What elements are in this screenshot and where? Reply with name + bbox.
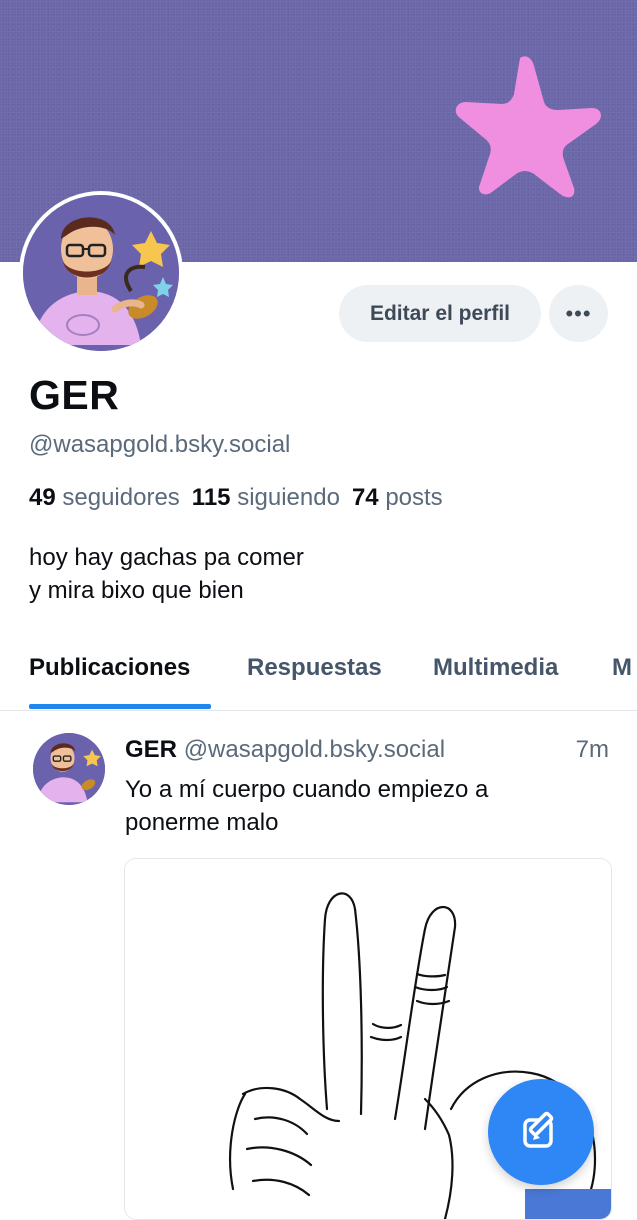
tab-respuestas[interactable]: Respuestas: [247, 654, 382, 682]
post-author-avatar[interactable]: [33, 733, 105, 805]
post-text-line: Yo a mí cuerpo cuando empiezo a: [125, 776, 489, 803]
tab-publicaciones[interactable]: Publicaciones: [29, 654, 190, 682]
followers-label: seguidores: [62, 484, 180, 511]
active-tab-indicator: [29, 704, 211, 709]
following-stat[interactable]: 115 siguiendo: [192, 484, 340, 511]
following-label: siguiendo: [237, 484, 340, 511]
profile-name: GER: [29, 372, 120, 418]
posts-count: 74: [351, 484, 379, 511]
tab-more[interactable]: M: [612, 654, 632, 682]
post-text-line: ponerme malo: [125, 809, 279, 836]
bio-line: hoy hay gachas pa comer: [29, 544, 304, 571]
more-options-button[interactable]: •••: [549, 285, 608, 342]
followers-count: 49: [29, 484, 56, 511]
more-icon: •••: [565, 300, 592, 326]
profile-bio: hoy hay gachas pa comer y mira bixo que …: [29, 541, 304, 607]
star-icon: [455, 56, 601, 198]
compose-button[interactable]: [488, 1079, 594, 1185]
profile-avatar[interactable]: [19, 191, 183, 355]
post-author-name[interactable]: GER: [125, 736, 177, 763]
profile-stats: 49 seguidores 115 siguiendo 74 posts: [29, 484, 443, 512]
following-count: 115: [191, 484, 231, 511]
tab-multimedia[interactable]: Multimedia: [433, 654, 558, 682]
post-header: GER @wasapgold.bsky.social: [125, 736, 445, 764]
post-timestamp[interactable]: 7m: [576, 736, 609, 764]
avatar: [23, 195, 179, 351]
posts-stat: 74 posts: [352, 484, 443, 511]
bio-line: y mira bixo que bien: [29, 577, 244, 604]
posts-label: posts: [385, 484, 443, 511]
avatar-illustration: [33, 733, 105, 805]
profile-tabs: Publicaciones Respuestas Multimedia M: [0, 640, 637, 711]
post-author-handle[interactable]: @wasapgold.bsky.social: [184, 736, 445, 763]
avatar-illustration: [23, 195, 179, 351]
followers-stat[interactable]: 49 seguidores: [29, 484, 180, 511]
compose-icon: [523, 1111, 554, 1148]
post-text: Yo a mí cuerpo cuando empiezo a ponerme …: [125, 773, 585, 839]
edit-profile-button[interactable]: Editar el perfil: [339, 285, 541, 342]
profile-handle[interactable]: @wasapgold.bsky.social: [29, 431, 290, 459]
